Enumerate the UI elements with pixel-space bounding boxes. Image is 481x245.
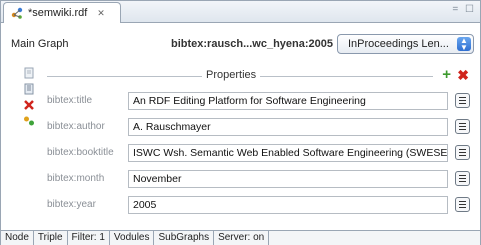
tab-bar: *semwiki.rdf ✕ = ☐ <box>1 1 480 23</box>
property-label: bibtex:booktitle <box>47 147 114 158</box>
tab-semwiki-rdf[interactable]: *semwiki.rdf ✕ <box>3 2 121 23</box>
property-row-year: bibtex:year 2005 <box>1 196 480 216</box>
edit-menu-button[interactable] <box>455 93 470 108</box>
status-triple[interactable]: Triple <box>34 230 68 245</box>
property-row-title: bibtex:title An RDF Editing Platform for… <box>1 92 480 112</box>
window-controls[interactable]: = ☐ <box>452 4 476 15</box>
property-label: bibtex:author <box>47 121 105 132</box>
property-label: bibtex:month <box>47 173 105 184</box>
graph-label: Main Graph <box>11 38 69 50</box>
property-label: bibtex:title <box>47 95 93 106</box>
property-value-field[interactable]: A. Rauschmayer <box>128 118 448 136</box>
property-row-booktitle: bibtex:booktitle ISWC Wsh. Semantic Web … <box>1 144 480 164</box>
plus-icon[interactable]: + <box>442 67 451 82</box>
document-icon[interactable] <box>23 67 35 79</box>
rdf-file-icon <box>11 7 23 19</box>
editor-window: *semwiki.rdf ✕ = ☐ Main Graph bibtex:rau… <box>0 0 481 245</box>
type-select[interactable]: InProceedings Len... ▲ ▼ <box>337 34 474 54</box>
property-value-field[interactable]: ISWC Wsh. Semantic Web Enabled Software … <box>128 144 448 162</box>
property-row-month: bibtex:month November <box>1 170 480 190</box>
status-vodules[interactable]: Vodules <box>110 230 155 245</box>
status-server[interactable]: Server: on <box>214 230 270 245</box>
status-bar: Node Triple Filter: 1 Vodules SubGraphs … <box>1 230 480 245</box>
property-row-author: bibtex:author A. Rauschmayer <box>1 118 480 138</box>
type-select-value: InProceedings Len... <box>348 38 449 50</box>
delete-icon[interactable]: ✖ <box>457 68 469 82</box>
status-filter[interactable]: Filter: 1 <box>68 230 110 245</box>
edit-menu-button[interactable] <box>455 119 470 134</box>
edit-menu-button[interactable] <box>455 145 470 160</box>
property-value-field[interactable]: November <box>128 170 448 188</box>
edit-menu-button[interactable] <box>455 197 470 212</box>
status-node[interactable]: Node <box>1 230 34 245</box>
properties-bar: Properties + ✖ <box>47 67 473 84</box>
edit-menu-button[interactable] <box>455 171 470 186</box>
tab-title: *semwiki.rdf <box>28 7 88 19</box>
resource-header: Main Graph bibtex:rausch...wc_hyena:2005… <box>1 34 480 56</box>
status-subgraphs[interactable]: SubGraphs <box>154 230 215 245</box>
property-value-field[interactable]: An RDF Editing Platform for Software Eng… <box>128 92 448 110</box>
properties-title: Properties <box>202 69 261 81</box>
resource-id: bibtex:rausch...wc_hyena:2005 <box>171 38 334 50</box>
close-icon[interactable]: ✕ <box>97 8 105 19</box>
property-label: bibtex:year <box>47 199 96 210</box>
property-value-field[interactable]: 2005 <box>128 196 448 214</box>
chevron-updown-icon: ▲ ▼ <box>457 37 471 52</box>
